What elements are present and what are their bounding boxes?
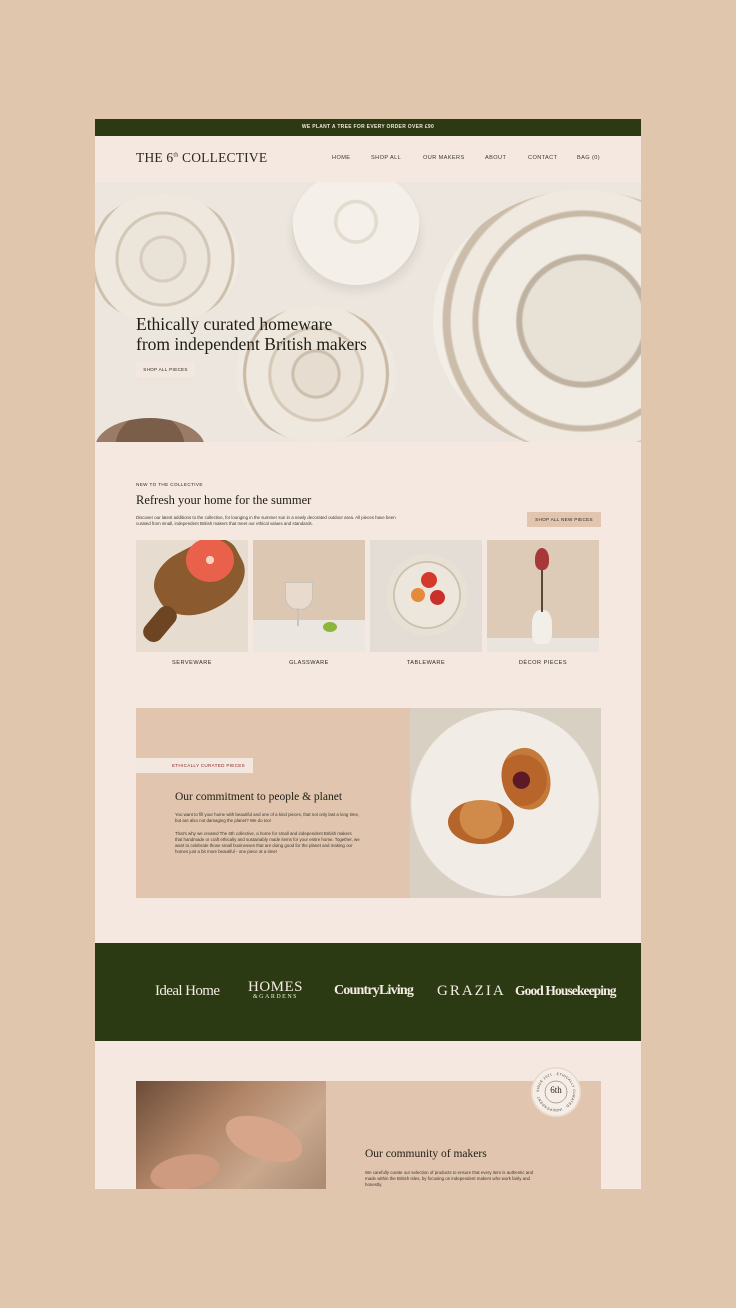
nav-contact[interactable]: CONTACT bbox=[528, 155, 557, 161]
fruit-bowl-image bbox=[386, 554, 468, 636]
nav-about[interactable]: ABOUT bbox=[485, 155, 506, 161]
makers-description: We carefully curate our selection of pro… bbox=[365, 1170, 534, 1187]
site-header: THE 6th COLLECTIVE HOME SHOP ALL OUR MAK… bbox=[95, 136, 641, 182]
tableware-tile[interactable] bbox=[370, 540, 482, 652]
serveware-tile[interactable] bbox=[136, 540, 248, 652]
apple-image bbox=[421, 572, 437, 588]
nav-our-makers[interactable]: OUR MAKERS bbox=[423, 155, 465, 161]
web-page: WE PLANT A TREE FOR EVERY ORDER OVER £90… bbox=[95, 119, 641, 1189]
hand-image bbox=[147, 1149, 223, 1189]
press-logo-ideal-home: Ideal Home bbox=[155, 983, 220, 999]
plate-image bbox=[410, 710, 600, 896]
badge-logo: 6th bbox=[550, 1085, 562, 1095]
site-logo[interactable]: THE 6th COLLECTIVE bbox=[136, 150, 267, 166]
glass-image bbox=[285, 582, 313, 610]
maker-hands-image bbox=[136, 1081, 326, 1189]
decor-pieces-tile[interactable] bbox=[487, 540, 599, 652]
section-description: Discover our latest additions to the col… bbox=[136, 515, 396, 526]
commitment-paragraph: You want to fill your home with beautifu… bbox=[175, 812, 360, 823]
table-surface-image bbox=[253, 620, 365, 652]
category-label[interactable]: SERVEWARE bbox=[136, 660, 248, 666]
commitment-section: ETHICALLY CURATED PIECES Our commitment … bbox=[136, 708, 601, 898]
nav-shop-all[interactable]: SHOP ALL bbox=[371, 155, 401, 161]
apple-image bbox=[411, 588, 425, 602]
section-title: Refresh your home for the summer bbox=[136, 493, 312, 507]
sugar-bowl-image bbox=[292, 182, 420, 285]
press-logo-grazia: GRAZIA bbox=[437, 983, 506, 999]
commitment-tag: ETHICALLY CURATED PIECES bbox=[136, 758, 253, 773]
apple-image bbox=[430, 590, 445, 605]
glassware-tile[interactable] bbox=[253, 540, 365, 652]
doughnut-half-image bbox=[448, 800, 514, 844]
shop-all-new-pieces-button[interactable]: SHOP ALL NEW PIECES bbox=[527, 512, 601, 527]
bowl-image bbox=[95, 418, 205, 442]
press-logo-good-housekeeping: Good Housekeeping bbox=[515, 983, 617, 998]
lime-image bbox=[323, 622, 337, 632]
platter-image bbox=[433, 190, 641, 442]
hero-banner: Ethically curated homeware from independe… bbox=[95, 182, 641, 442]
shop-all-pieces-button[interactable]: SHOP ALL PIECES bbox=[136, 362, 195, 377]
nav-home[interactable]: HOME bbox=[332, 155, 350, 161]
category-label[interactable]: GLASSWARE bbox=[253, 660, 365, 666]
hero-title: Ethically curated homeware from independe… bbox=[136, 314, 367, 354]
since-badge: SINCE 2021 · ETHICALLY CURATED · INDEPEN… bbox=[531, 1067, 581, 1117]
makers-title: Our community of makers bbox=[365, 1148, 487, 1160]
plate-image bbox=[95, 194, 239, 324]
press-logos-band: Ideal Home HOMES &GARDENS CountryLiving … bbox=[95, 943, 641, 1041]
press-logo-country-living: CountryLiving bbox=[334, 983, 414, 998]
pastry-plate-image bbox=[410, 708, 601, 898]
hand-image bbox=[219, 1106, 309, 1172]
vase-image bbox=[532, 610, 552, 644]
glass-stem-image bbox=[297, 608, 299, 626]
promo-bar: WE PLANT A TREE FOR EVERY ORDER OVER £90 bbox=[95, 119, 641, 136]
category-label[interactable]: DÉCOR PIECES bbox=[487, 660, 599, 666]
category-label[interactable]: TABLEWARE bbox=[370, 660, 482, 666]
protea-flower-image bbox=[535, 548, 549, 570]
nav-bag[interactable]: BAG (0) bbox=[577, 155, 600, 161]
commitment-paragraph: That's why we created The 6th collective… bbox=[175, 831, 360, 854]
section-eyebrow: NEW TO THE COLLECTIVE bbox=[136, 482, 203, 487]
grapefruit-image bbox=[186, 540, 234, 582]
press-logo-homes-gardens-sub: &GARDENS bbox=[253, 994, 299, 1000]
commitment-title: Our commitment to people & planet bbox=[175, 791, 343, 803]
